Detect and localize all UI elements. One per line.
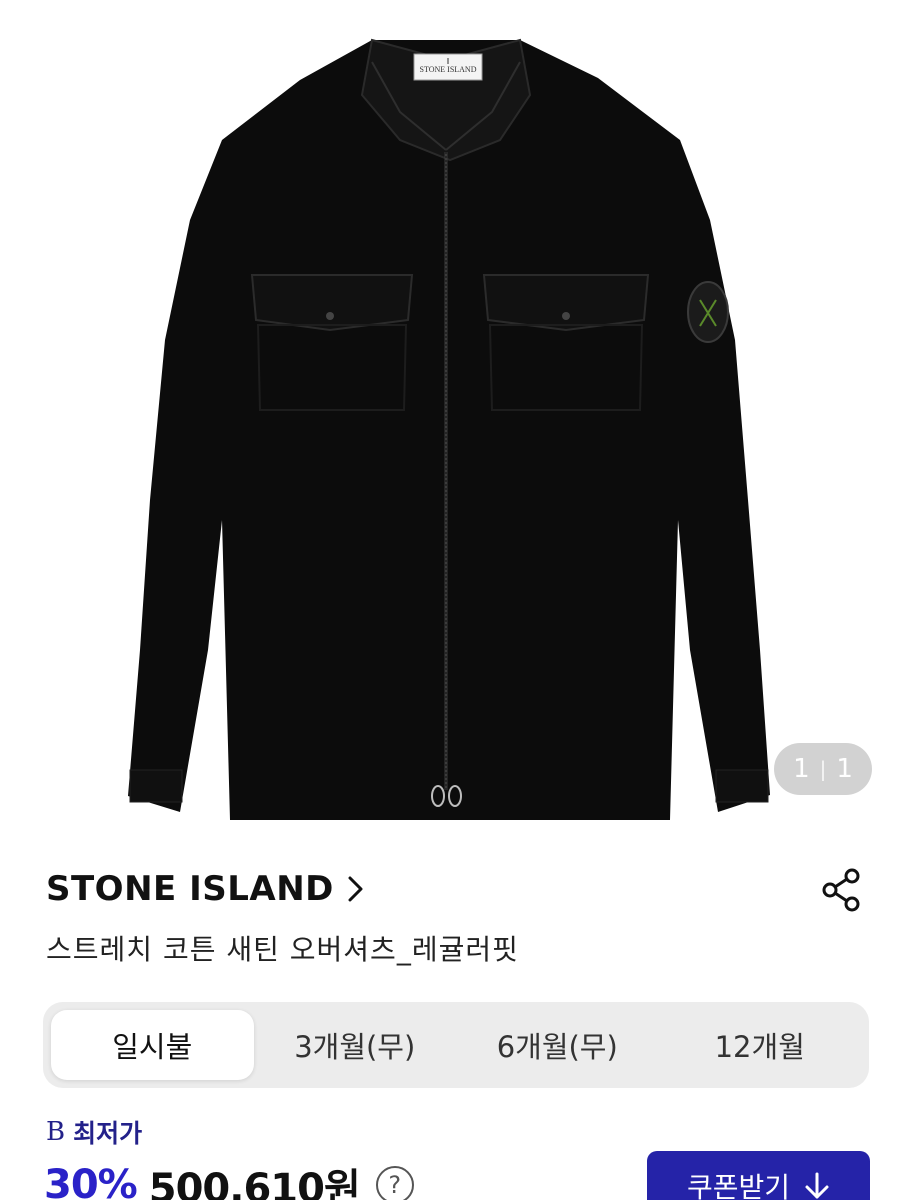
download-arrow-icon	[805, 1172, 829, 1199]
product-title: 스트레치 코튼 새틴 오버셔츠_레귤러핏	[46, 933, 519, 966]
product-image[interactable]: STONE ISLAND 1 | 1	[0, 0, 914, 840]
image-index: 1	[793, 754, 810, 784]
share-button[interactable]	[818, 866, 866, 914]
tab-3-months[interactable]: 3개월(무)	[254, 1010, 457, 1080]
sale-price: 500,610원	[148, 1166, 361, 1200]
price-row: 30% 500,610원 ?	[44, 1156, 414, 1200]
tab-6-months[interactable]: 6개월(무)	[456, 1010, 659, 1080]
tab-12-months[interactable]: 12개월	[659, 1010, 862, 1080]
installment-tabs: 일시불 3개월(무) 6개월(무) 12개월	[43, 1002, 869, 1088]
price-help-icon[interactable]: ?	[375, 1166, 414, 1200]
coupon-download-button[interactable]: 쿠폰받기	[647, 1151, 870, 1200]
brand-link[interactable]: STONE ISLAND	[46, 866, 366, 912]
lowest-price-label: B 최저가	[46, 1114, 142, 1150]
jacket-illustration: STONE ISLAND	[128, 38, 770, 820]
image-counter-separator: |	[819, 757, 827, 781]
neck-label-text: STONE ISLAND	[420, 65, 477, 74]
share-icon	[822, 868, 860, 912]
image-counter: 1 | 1	[774, 743, 872, 795]
coupon-button-label: 쿠폰받기	[686, 1171, 791, 1200]
brand-name: STONE ISLAND	[46, 869, 334, 909]
chevron-right-icon	[348, 876, 363, 902]
image-total: 1	[836, 754, 853, 784]
lowest-price-text: 최저가	[73, 1119, 143, 1148]
b-logo: B	[46, 1117, 66, 1147]
discount-rate: 30%	[44, 1162, 138, 1200]
tab-lump-sum[interactable]: 일시불	[51, 1010, 254, 1080]
